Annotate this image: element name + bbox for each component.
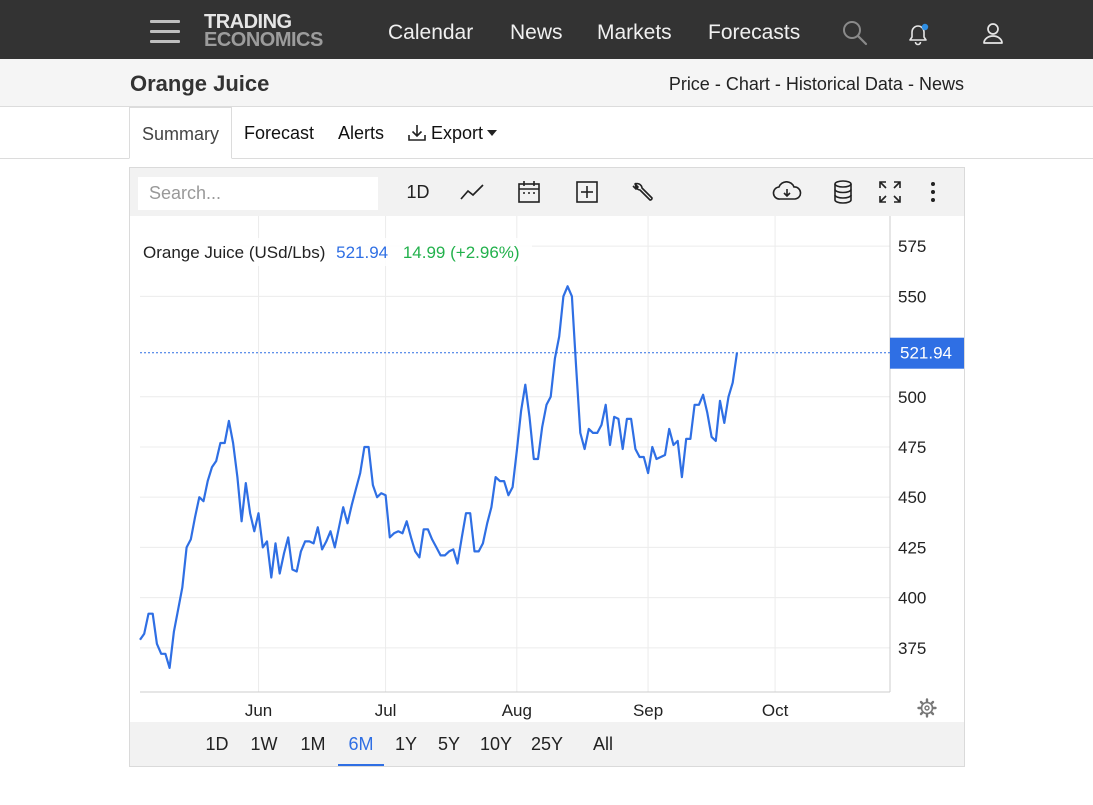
calendar-icon <box>518 181 540 203</box>
x-tick-label: Aug <box>502 701 532 720</box>
export-label: Export <box>431 123 484 143</box>
notification-bell-icon[interactable] <box>905 21 931 47</box>
nav-link-forecasts[interactable]: Forecasts <box>708 21 800 45</box>
wrench-icon <box>632 182 653 201</box>
tab-forecast[interactable]: Forecast <box>244 107 314 159</box>
legend-series-name: Orange Juice (USd/Lbs) <box>143 243 325 262</box>
x-axis: Jun Jul Aug Sep Oct <box>245 701 789 720</box>
tab-alerts[interactable]: Alerts <box>338 107 384 159</box>
more-options-button[interactable] <box>927 178 939 206</box>
chart-type-button[interactable] <box>458 178 486 206</box>
crumb-separator: - <box>714 74 721 94</box>
last-price-tag: 521.94 <box>890 337 964 369</box>
chart-toolbar: 1D <box>130 168 964 216</box>
nav-link-markets[interactable]: Markets <box>597 21 672 45</box>
y-tick-label: 425 <box>898 538 926 557</box>
time-range-bar: 1D 1W 1M 6M 1Y 5Y 10Y 25Y All <box>130 722 964 766</box>
more-vertical-icon <box>931 182 935 202</box>
tabs-bar: Summary Forecast Alerts Export <box>0 107 1093 159</box>
range-button-all[interactable]: All <box>584 722 622 766</box>
interval-button[interactable]: 1D <box>406 178 430 206</box>
crumb-chart[interactable]: Chart <box>726 74 770 94</box>
range-button-1y[interactable]: 1Y <box>391 722 421 766</box>
range-button-6m[interactable]: 6M <box>338 722 384 766</box>
fullscreen-icon <box>879 181 901 203</box>
y-tick-label: 550 <box>898 287 926 306</box>
caret-down-icon <box>487 130 498 136</box>
range-button-1m[interactable]: 1M <box>298 722 328 766</box>
database-icon <box>834 180 852 204</box>
compare-button[interactable] <box>573 178 601 206</box>
y-tick-label: 575 <box>898 237 926 256</box>
last-price-label: 521.94 <box>900 344 952 363</box>
x-tick-label: Jun <box>245 701 272 720</box>
crumb-historical-data[interactable]: Historical Data <box>786 74 903 94</box>
crumb-price[interactable]: Price <box>669 74 710 94</box>
add-box-icon <box>576 181 598 203</box>
crumb-news[interactable]: News <box>919 74 964 94</box>
chart-grid <box>140 216 890 692</box>
series-line-orange-juice <box>139 285 739 669</box>
symbol-search-input[interactable] <box>138 177 378 210</box>
y-axis: 375 400 425 450 475 500 550 575 <box>898 237 926 658</box>
search-icon[interactable] <box>842 20 868 46</box>
logo-line-2: ECONOMICS <box>204 29 323 51</box>
range-button-5y[interactable]: 5Y <box>434 722 464 766</box>
menu-icon[interactable] <box>150 20 180 44</box>
y-tick-label: 400 <box>898 589 926 608</box>
download-data-button[interactable] <box>771 178 803 206</box>
nav-link-news[interactable]: News <box>510 21 563 45</box>
legend-price: 521.94 <box>336 243 388 262</box>
user-account-icon[interactable] <box>981 21 1007 47</box>
database-button[interactable] <box>830 178 856 206</box>
chart-legend: Orange Juice (USd/Lbs) 521.94 14.99 (+2.… <box>140 238 532 266</box>
indicators-button[interactable] <box>629 178 657 206</box>
chart-settings-button[interactable] <box>917 698 937 718</box>
site-logo[interactable]: TRADING ECONOMICS <box>204 12 350 53</box>
nav-link-calendar[interactable]: Calendar <box>388 21 473 45</box>
x-tick-label: Oct <box>762 701 789 720</box>
y-tick-label: 450 <box>898 488 926 507</box>
y-tick-label: 475 <box>898 438 926 457</box>
legend-change: 14.99 (+2.96%) <box>403 243 520 262</box>
crumb-separator: - <box>774 74 781 94</box>
x-tick-label: Jul <box>375 701 397 720</box>
line-chart-icon <box>460 184 484 200</box>
y-tick-label: 375 <box>898 639 926 658</box>
tab-summary[interactable]: Summary <box>129 107 233 159</box>
price-chart[interactable]: 375 400 425 450 475 500 550 575 Jun Jul Aug Sep Oct… <box>130 216 964 722</box>
download-icon <box>408 125 426 141</box>
top-navbar: TRADING ECONOMICS Calendar News Markets … <box>0 0 1093 59</box>
sub-navigation: Price - Chart - Historical Data - News <box>669 74 964 95</box>
y-tick-label: 500 <box>898 388 926 407</box>
range-button-25y[interactable]: 25Y <box>528 722 566 766</box>
cloud-download-icon <box>772 181 802 200</box>
crumb-separator: - <box>907 74 914 94</box>
chart-panel: 1D <box>129 167 965 767</box>
range-button-1w[interactable]: 1W <box>249 722 279 766</box>
page-title: Orange Juice <box>130 71 270 96</box>
tab-export[interactable]: Export <box>407 107 498 159</box>
range-button-10y[interactable]: 10Y <box>477 722 515 766</box>
date-range-button[interactable] <box>515 178 543 206</box>
title-bar: Orange Juice Price - Chart - Historical … <box>0 59 1093 107</box>
x-tick-label: Sep <box>633 701 663 720</box>
range-button-1d[interactable]: 1D <box>202 722 232 766</box>
fullscreen-button[interactable] <box>876 178 904 206</box>
